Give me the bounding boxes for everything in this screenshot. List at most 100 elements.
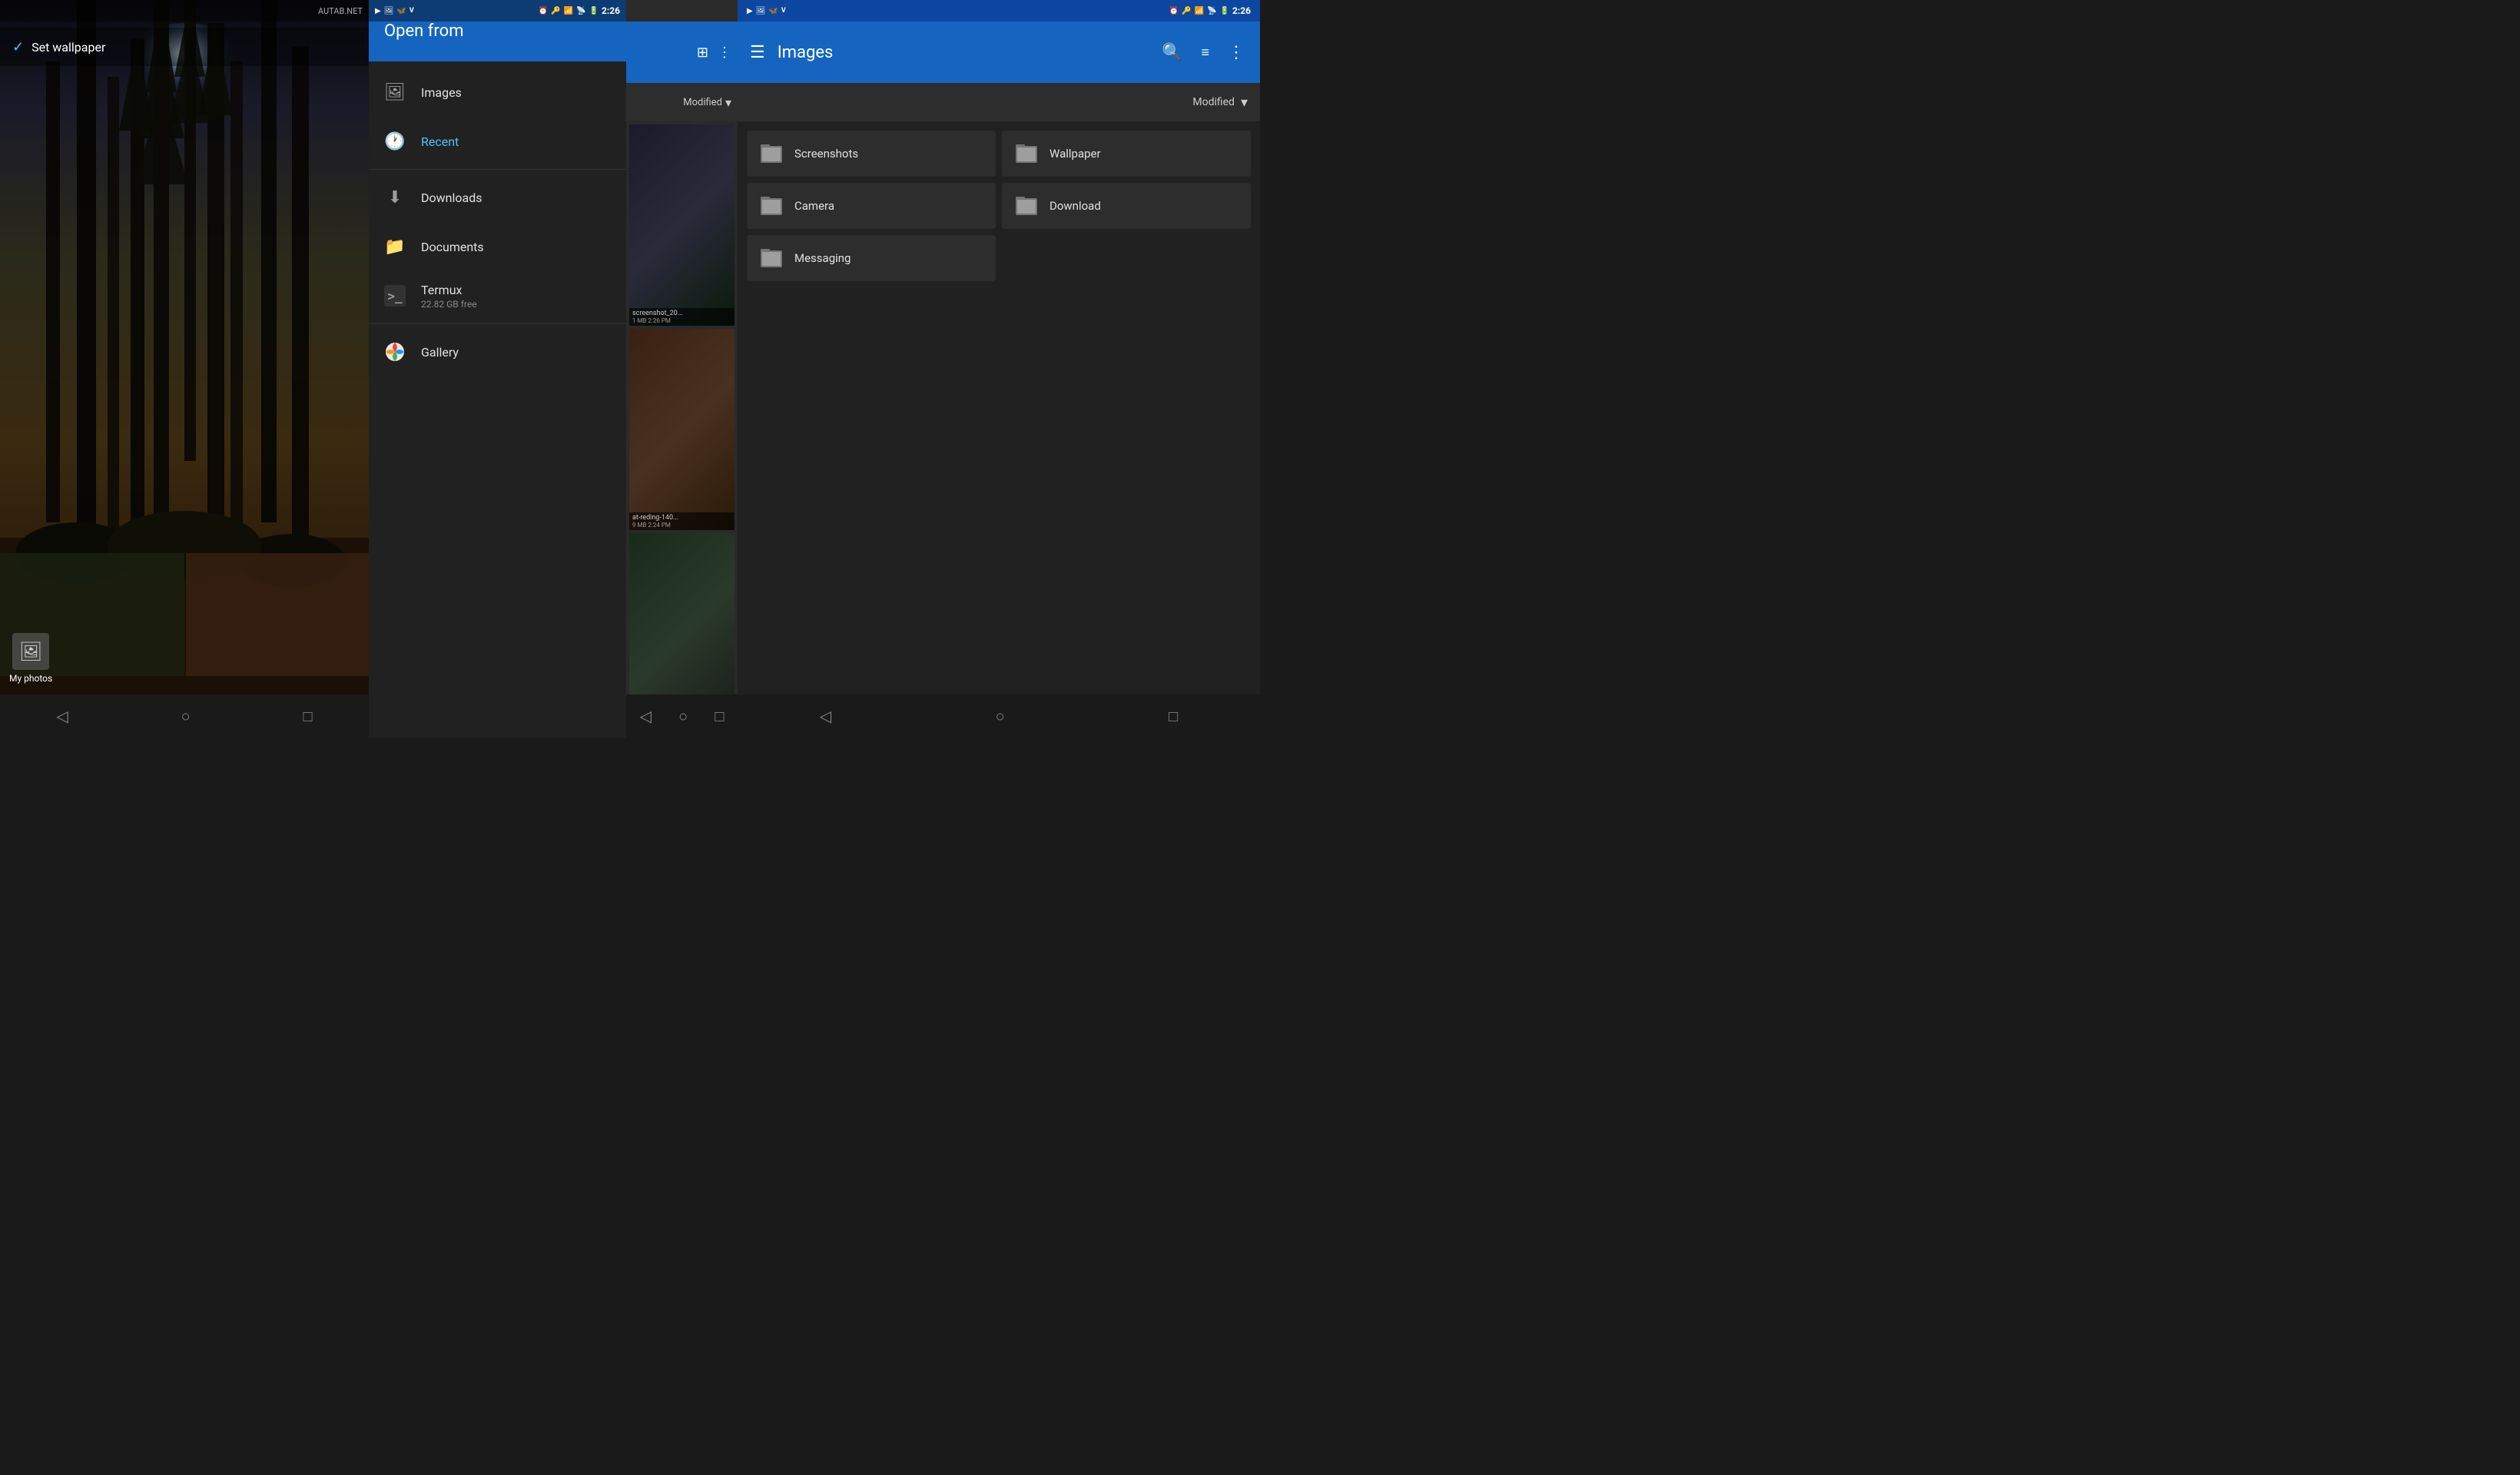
- status-time-p2: 2:26: [602, 5, 620, 16]
- grid-icon-bg: ⊞: [697, 45, 708, 61]
- key-icon: 🔑: [551, 7, 560, 15]
- p3-battery-icon: 🔋: [1220, 7, 1229, 15]
- folder-wallpaper[interactable]: Wallpaper: [1002, 131, 1251, 177]
- folder-camera[interactable]: Camera: [747, 183, 996, 229]
- drawer-title: Open from: [384, 22, 464, 41]
- back-button-p1[interactable]: ◁: [56, 707, 68, 725]
- download-icon: ⬇: [384, 187, 406, 208]
- back-button-p2[interactable]: ◁: [640, 707, 652, 725]
- images-folder-grid: Screenshots Wallpaper Camera: [738, 121, 1260, 694]
- thumb-name-1: screenshot_20...: [632, 310, 731, 317]
- drawer-item-images[interactable]: 🖼 Images: [369, 68, 626, 117]
- p3-wifi-icon: 📶: [1195, 7, 1204, 15]
- drawer-item-termux[interactable]: >_ Termux 22.82 GB free: [369, 271, 626, 320]
- chevron-down-icon-bg: ▾: [725, 95, 731, 110]
- open-from-drawer: ▶ 🖼 🦋 V ⏰ 🔑 📶 📡 🔋 2:26 Open from 🖼: [369, 0, 626, 738]
- panel3-header-wrap: ▶ 🖼 🦋 V ⏰ 🔑 📶 📡 🔋 2:26 ☰ Images 🔍 ≡ ⋮: [738, 0, 1260, 121]
- drawer-item-termux-label: Termux: [421, 283, 477, 297]
- folder-download[interactable]: Download: [1002, 183, 1251, 229]
- panel2-nav-bar: ◁ ○ □: [626, 694, 738, 738]
- drawer-item-termux-sub: 22.82 GB free: [421, 299, 477, 310]
- termux-content: Termux 22.82 GB free: [421, 283, 477, 310]
- images-title: Images: [778, 43, 1146, 62]
- drawer-item-downloads[interactable]: ⬇ Downloads: [369, 173, 626, 222]
- sort-label-bg: Modified: [683, 97, 722, 108]
- battery-icon: 🔋: [589, 7, 598, 15]
- drawer-item-documents[interactable]: 📁 Documents: [369, 222, 626, 271]
- my-photos-label: My photos: [9, 673, 52, 684]
- drawer-background-content: ⊞ ⋮ Modified ▾ screenshot_20... 1 MB 2:2…: [626, 0, 738, 738]
- panel3-status-right: ⏰ 🔑 📶 📡 🔋 2:26: [1169, 5, 1251, 16]
- terminal-icon: >_: [384, 285, 406, 307]
- my-photos-icon: 🖼: [12, 633, 49, 670]
- drawer-item-recent[interactable]: 🕐 Recent: [369, 117, 626, 166]
- home-button-p2[interactable]: ○: [678, 707, 688, 726]
- folder-screenshots[interactable]: Screenshots: [747, 131, 996, 177]
- images-header: ☰ Images 🔍 ≡ ⋮: [738, 22, 1260, 83]
- recents-button-p2[interactable]: □: [715, 707, 724, 726]
- sort-label-p3: Modified: [1192, 96, 1235, 108]
- checkmark-icon: ✓: [12, 39, 24, 55]
- folder-icon-screenshots: [759, 141, 784, 166]
- my-photos-button[interactable]: 🖼 My photos: [9, 633, 52, 684]
- folder-icon-download: [1014, 194, 1039, 218]
- image-icon-status: 🖼: [384, 7, 394, 15]
- signal-icon: 📡: [576, 7, 585, 15]
- drawer-bg-image-list: screenshot_20... 1 MB 2:26 PM at-reding-…: [626, 121, 738, 738]
- folder-name-messaging: Messaging: [794, 251, 850, 265]
- folder-icon-camera: [759, 194, 784, 218]
- list-view-icon[interactable]: ≡: [1198, 41, 1212, 64]
- back-button-p3[interactable]: ◁: [820, 707, 831, 725]
- clock-icon: 🕐: [384, 131, 406, 152]
- drawer-item-downloads-label: Downloads: [421, 191, 482, 205]
- drawer-item-gallery[interactable]: Gallery: [369, 327, 626, 376]
- folder-icon-wallpaper: [1014, 141, 1039, 166]
- chevron-down-icon-p3[interactable]: ▾: [1241, 94, 1248, 111]
- site-label: AUTAB.NET: [318, 6, 363, 16]
- search-icon[interactable]: 🔍: [1159, 40, 1185, 65]
- drawer-menu: 🖼 Images 🕐 Recent ⬇ Downloads 📁 Document…: [369, 61, 626, 738]
- folder-name-download: Download: [1049, 199, 1101, 213]
- butterfly-icon: 🦋: [396, 7, 406, 15]
- home-button-p1[interactable]: ○: [181, 707, 191, 726]
- drawer-item-documents-label: Documents: [421, 240, 484, 254]
- panel-wallpaper: AUTAB.NET ✓ Set wallpaper 🖼 My photos ◁ …: [0, 0, 369, 738]
- drawer-item-gallery-label: Gallery: [421, 345, 459, 360]
- panel3-status-left: ▶ 🖼 🦋 V: [747, 7, 786, 15]
- panel1-nav-bar: ◁ ○ □: [0, 694, 369, 738]
- status-right-icons: ⏰ 🔑 📶 📡 🔋 2:26: [539, 5, 620, 16]
- p3-butterfly-icon: 🦋: [768, 7, 778, 15]
- v-icon: V: [410, 7, 414, 15]
- recents-button-p3[interactable]: □: [1169, 707, 1178, 726]
- alarm-icon: ⏰: [539, 7, 548, 15]
- home-button-p3[interactable]: ○: [996, 707, 1005, 726]
- p3-v-icon: V: [781, 7, 786, 15]
- drawer-bg-header: ⊞ ⋮: [626, 22, 738, 83]
- thumb-name-2: at-reding-140...: [632, 514, 731, 522]
- drawer-bg-sort-bar: Modified ▾: [626, 83, 738, 121]
- p3-signal-icon: 📡: [1207, 7, 1216, 15]
- p3-image-icon: 🖼: [756, 7, 766, 15]
- media-icon: ▶: [375, 7, 381, 15]
- panel-open-from: ⊞ ⋮ Modified ▾ screenshot_20... 1 MB 2:2…: [369, 0, 738, 738]
- set-wallpaper-label: Set wallpaper: [32, 40, 105, 55]
- bg-thumbnail-2: at-reding-140... 9 MB 2:24 PM: [629, 329, 734, 530]
- wifi-icon: 📶: [564, 7, 573, 15]
- thumb-info-1: 1 MB 2:26 PM: [632, 317, 731, 324]
- thumb-info-2: 9 MB 2:24 PM: [632, 522, 731, 529]
- recents-button-p1[interactable]: □: [303, 707, 312, 726]
- drawer-item-recent-label: Recent: [421, 134, 459, 149]
- set-wallpaper-button[interactable]: ✓ Set wallpaper: [0, 28, 369, 66]
- hamburger-icon[interactable]: ☰: [750, 43, 765, 62]
- panel3-nav-bar: ◁ ○ □: [738, 694, 1260, 738]
- drawer-item-images-label: Images: [421, 85, 462, 100]
- gallery-icon: [384, 341, 406, 363]
- drawer-divider-2: [369, 323, 626, 324]
- p3-alarm-icon: ⏰: [1169, 7, 1179, 15]
- panel3-status-bar: ▶ 🖼 🦋 V ⏰ 🔑 📶 📡 🔋 2:26: [738, 0, 1260, 22]
- forest-background: [0, 0, 369, 738]
- image-icon: 🖼: [384, 81, 406, 103]
- more-options-icon[interactable]: ⋮: [1225, 40, 1248, 65]
- folder-messaging[interactable]: Messaging: [747, 235, 996, 281]
- folder-name-wallpaper: Wallpaper: [1049, 147, 1101, 161]
